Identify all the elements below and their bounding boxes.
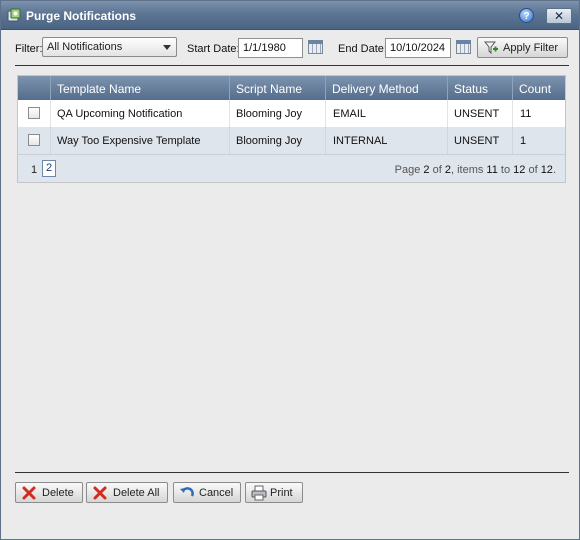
help-icon[interactable]: ? bbox=[519, 8, 534, 23]
delete-all-x-icon bbox=[93, 486, 107, 500]
grid-header: Template Name Script Name Delivery Metho… bbox=[18, 76, 565, 100]
count-cell: 1 bbox=[520, 135, 527, 147]
page-info: Page 2 of 2, items 11 to 12 of 12. bbox=[395, 164, 556, 176]
column-divider bbox=[325, 100, 326, 127]
page-link-2-current[interactable]: 2 bbox=[42, 160, 56, 177]
template-name-cell: Way Too Expensive Template bbox=[57, 135, 201, 147]
print-label: Print bbox=[270, 487, 293, 499]
filter-dropdown[interactable]: All Notifications bbox=[42, 37, 177, 57]
status-cell: UNSENT bbox=[454, 108, 500, 120]
page-link-1[interactable]: 1 bbox=[31, 164, 37, 176]
end-date-input[interactable]: 10/10/2024 bbox=[385, 38, 451, 58]
title-bar[interactable]: Purge Notifications ? ✕ bbox=[1, 1, 579, 30]
count-cell: 11 bbox=[520, 108, 532, 120]
filter-label: Filter: bbox=[15, 43, 43, 55]
table-row[interactable]: Way Too Expensive Template Blooming Joy … bbox=[18, 127, 565, 154]
column-divider bbox=[50, 127, 51, 154]
filter-selected-value: All Notifications bbox=[47, 41, 123, 53]
column-divider bbox=[447, 127, 448, 154]
delete-label: Delete bbox=[42, 487, 74, 499]
delete-button[interactable]: Delete bbox=[15, 482, 83, 503]
notification-app-icon bbox=[7, 8, 21, 22]
page-info-of: of bbox=[429, 164, 445, 176]
column-header-template[interactable]: Template Name bbox=[50, 76, 229, 100]
start-calendar-icon[interactable] bbox=[308, 40, 323, 54]
filter-toolbar: Filter: All Notifications Start Date: 1/… bbox=[1, 37, 579, 59]
table-row[interactable]: QA Upcoming Notification Blooming Joy EM… bbox=[18, 100, 565, 127]
column-divider bbox=[229, 127, 230, 154]
printer-icon bbox=[251, 485, 267, 501]
page-info-items-label: , items bbox=[450, 164, 487, 176]
notifications-grid: Template Name Script Name Delivery Metho… bbox=[17, 75, 566, 183]
column-header-delivery[interactable]: Delivery Method bbox=[325, 76, 447, 100]
page-info-to: to bbox=[497, 164, 514, 176]
column-header-count[interactable]: Count bbox=[512, 76, 565, 100]
script-name-cell: Blooming Joy bbox=[236, 135, 303, 147]
top-divider bbox=[15, 65, 569, 66]
cancel-button[interactable]: Cancel bbox=[173, 482, 241, 503]
page-info-item-from: 11 bbox=[486, 164, 498, 176]
purge-notifications-dialog: Purge Notifications ? ✕ Filter: All Noti… bbox=[0, 0, 580, 540]
print-button[interactable]: Print bbox=[245, 482, 303, 503]
column-divider bbox=[50, 100, 51, 127]
chevron-down-icon bbox=[163, 45, 171, 50]
apply-filter-label: Apply Filter bbox=[503, 42, 559, 54]
delete-all-button[interactable]: Delete All bbox=[86, 482, 168, 503]
filter-icon bbox=[483, 41, 498, 55]
delivery-method-cell: INTERNAL bbox=[333, 135, 388, 147]
column-header-status[interactable]: Status bbox=[447, 76, 512, 100]
close-button[interactable]: ✕ bbox=[546, 8, 572, 24]
page-info-prefix: Page bbox=[394, 164, 424, 176]
page-info-item-total: 12 bbox=[540, 164, 553, 176]
undo-icon bbox=[180, 487, 194, 497]
row-checkbox[interactable] bbox=[28, 107, 40, 119]
column-divider bbox=[229, 100, 230, 127]
column-divider bbox=[447, 100, 448, 127]
template-name-cell: QA Upcoming Notification bbox=[57, 108, 183, 120]
delete-x-icon bbox=[22, 486, 36, 500]
page-info-of-items: of bbox=[525, 164, 541, 176]
end-calendar-icon[interactable] bbox=[456, 40, 471, 54]
page-info-item-to: 12 bbox=[513, 164, 526, 176]
delivery-method-cell: EMAIL bbox=[333, 108, 367, 120]
column-divider bbox=[325, 127, 326, 154]
start-date-input[interactable]: 1/1/1980 bbox=[238, 38, 303, 58]
grid-pager: 1 2 Page 2 of 2, items 11 to 12 of 12. bbox=[18, 154, 565, 182]
start-date-label: Start Date: bbox=[187, 43, 240, 55]
delete-all-label: Delete All bbox=[113, 487, 160, 499]
select-column-header[interactable] bbox=[18, 76, 50, 100]
bottom-divider bbox=[15, 472, 569, 473]
status-cell: UNSENT bbox=[454, 135, 500, 147]
dialog-title: Purge Notifications bbox=[26, 9, 137, 23]
cancel-label: Cancel bbox=[199, 487, 234, 499]
script-name-cell: Blooming Joy bbox=[236, 108, 303, 120]
column-header-script[interactable]: Script Name bbox=[229, 76, 325, 100]
end-date-label: End Date: bbox=[338, 43, 387, 55]
apply-filter-button[interactable]: Apply Filter bbox=[477, 37, 568, 58]
row-checkbox[interactable] bbox=[28, 134, 40, 146]
column-divider bbox=[512, 100, 513, 127]
page-info-suffix: . bbox=[552, 164, 556, 176]
column-divider bbox=[512, 127, 513, 154]
